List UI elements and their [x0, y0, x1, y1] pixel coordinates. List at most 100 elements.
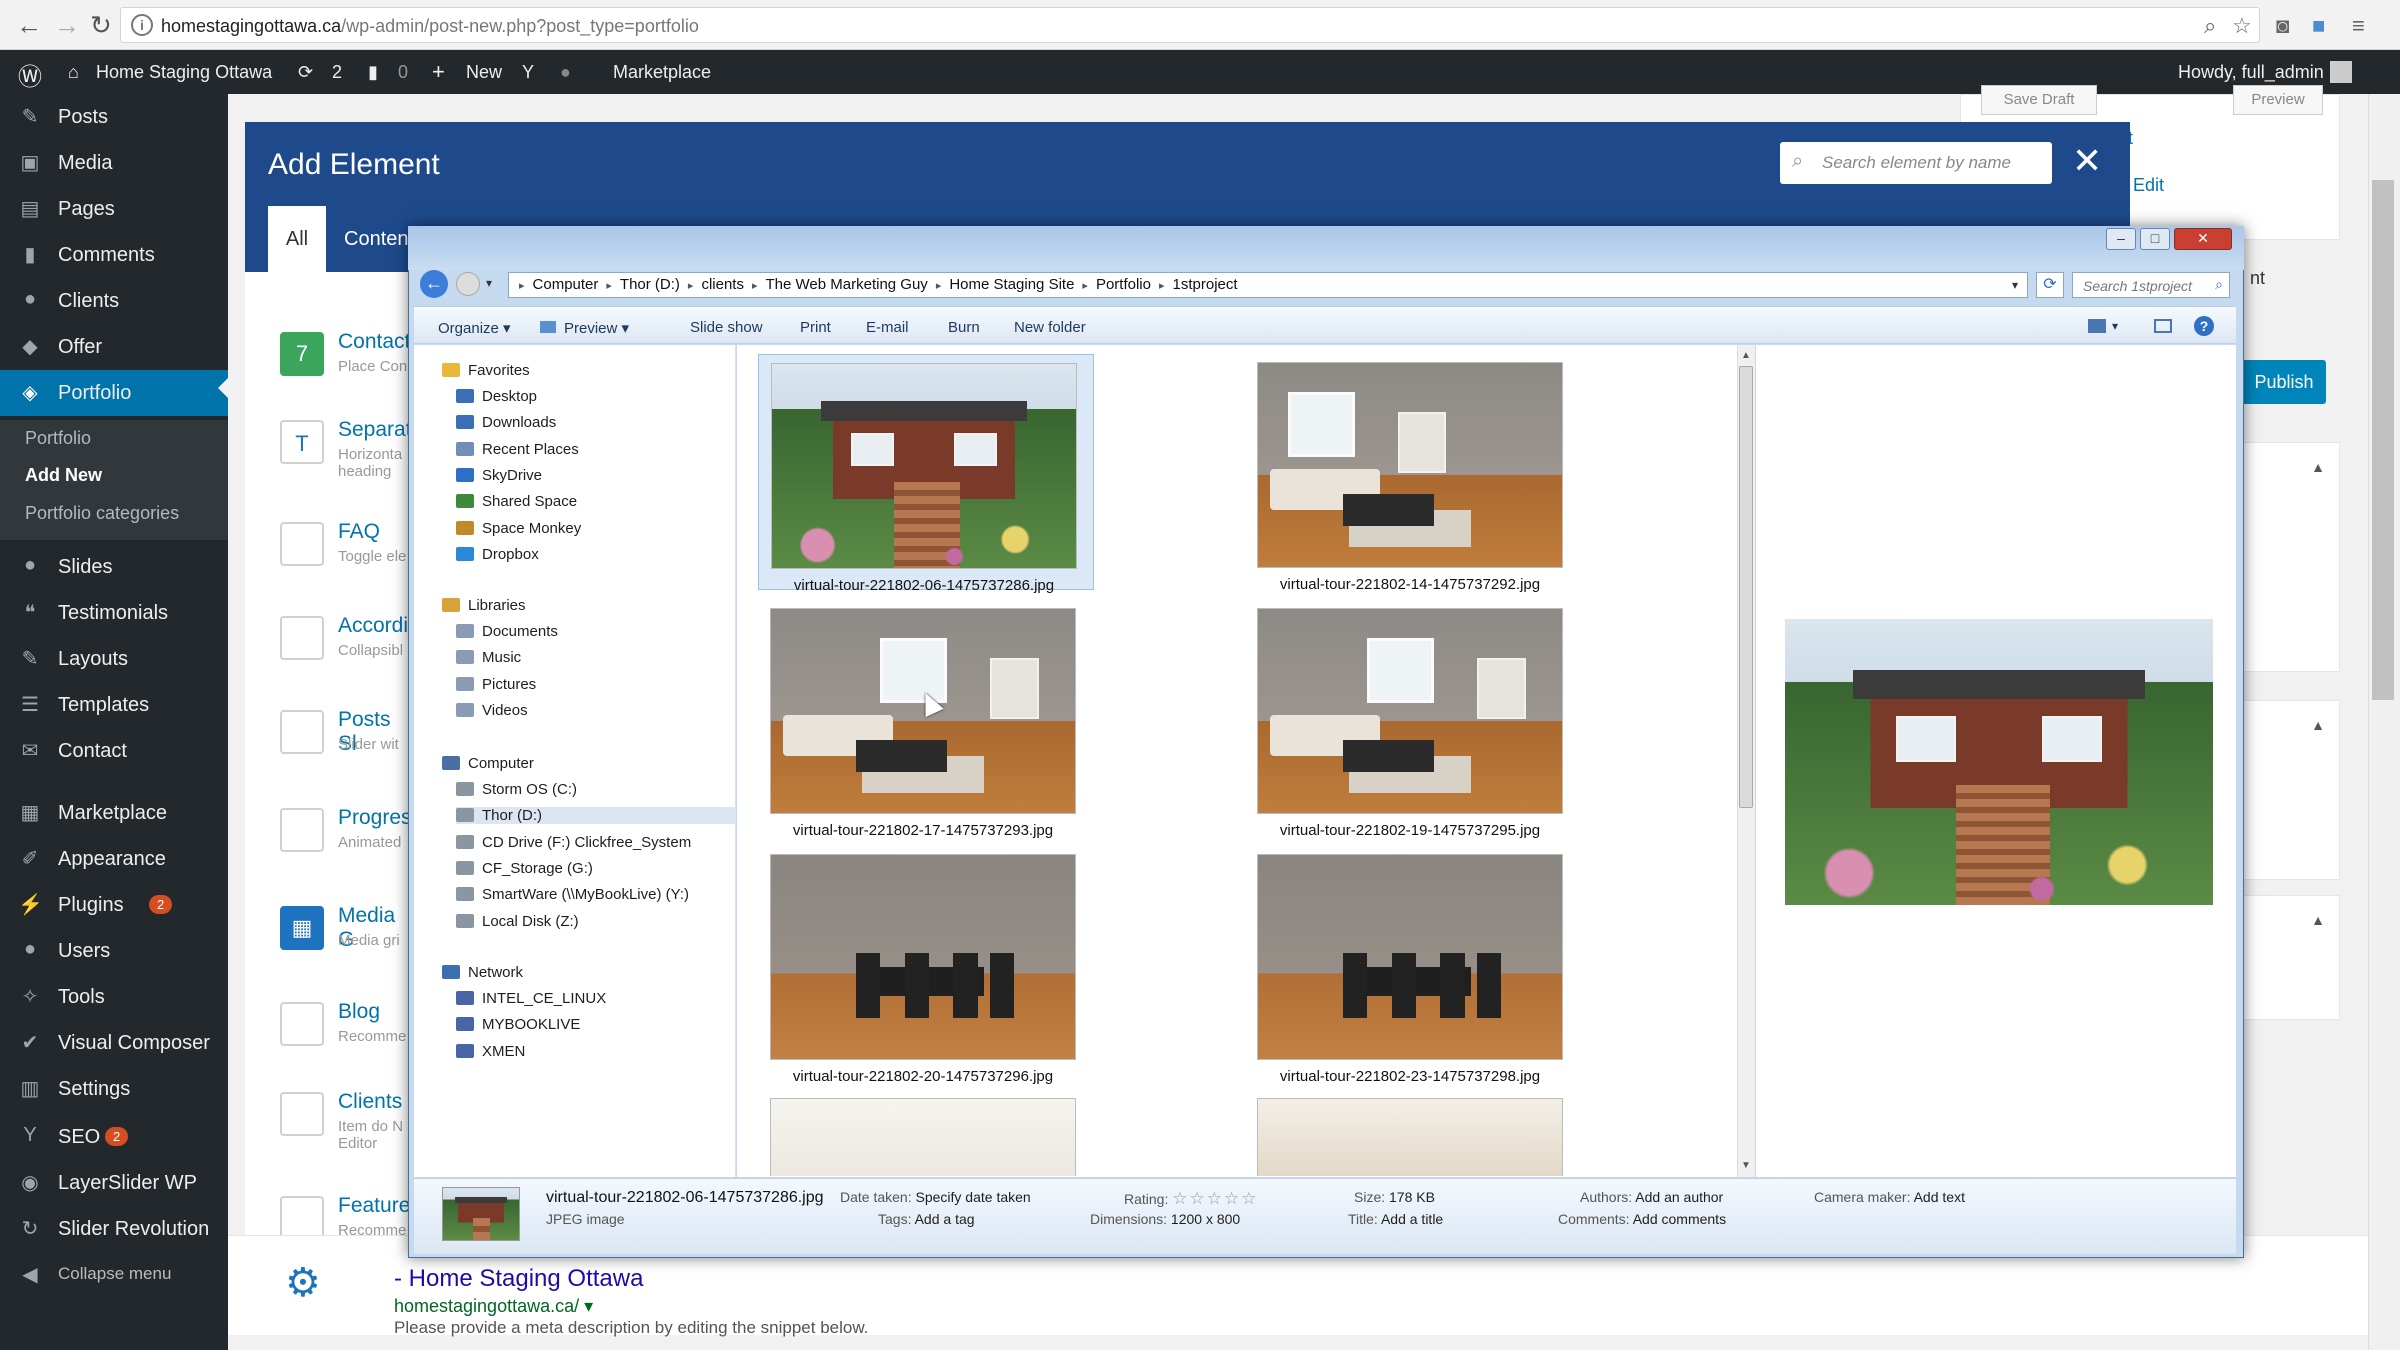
file-tile[interactable]: virtual-tour-221802-20-1475737296.jpg — [758, 846, 1094, 1085]
sidebar-item-portfolio[interactable]: ◈ Portfolio — [0, 370, 228, 416]
element-item-separat[interactable]: T Separat Horizonta heading — [280, 414, 412, 484]
element-search-input[interactable]: ⌕ Search element by name — [1780, 142, 2052, 184]
element-item-media-g[interactable]: ▦ Media G Media gri — [280, 900, 410, 970]
breadcrumb[interactable]: ▸ Computer ▸ Thor (D:) ▸ clients ▸ The Web Mark… — [508, 272, 2028, 298]
breadcrumb-item[interactable]: clients — [701, 276, 744, 293]
nav-network[interactable]: Network — [442, 964, 523, 981]
sidebar-item-appearance[interactable]: ✐ Appearance — [0, 836, 228, 882]
comments-count[interactable]: 0 — [398, 62, 408, 83]
toggle-arrow-icon[interactable]: ▲ — [2311, 717, 2325, 733]
authors-value[interactable]: Add an author — [1635, 1189, 1723, 1205]
window-close-button[interactable]: ✕ — [2174, 228, 2232, 250]
nav-drive-2[interactable]: CD Drive (F:) Clickfree_System — [456, 834, 691, 851]
sidebar-item-pages[interactable]: ▤ Pages — [0, 186, 228, 232]
file-tile[interactable]: virtual-tour-221802-23-1475737298.jpg — [1245, 846, 1581, 1085]
scroll-down-arrow-icon[interactable]: ▼ — [1741, 1160, 1751, 1171]
element-item-contact[interactable]: 7 Contact Place Con — [280, 326, 410, 396]
sidebar-item-offer[interactable]: ◆ Offer — [0, 324, 228, 370]
nav-lib-videos[interactable]: Videos — [456, 702, 528, 719]
breadcrumb-separator-icon[interactable]: ▸ — [1159, 280, 1165, 292]
breadcrumb-item[interactable]: Portfolio — [1096, 276, 1151, 293]
yoast-icon[interactable]: Y — [522, 62, 534, 83]
email-button[interactable]: E-mail — [866, 319, 909, 336]
tab-all[interactable]: All — [268, 206, 326, 272]
organize-button[interactable]: Organize ▾ — [438, 319, 511, 337]
sidebar-item-users[interactable]: ● Users — [0, 928, 228, 974]
sidebar-item-seo[interactable]: Y SEO 2 — [0, 1114, 228, 1160]
sidebar-item-clients[interactable]: ● Clients — [0, 278, 228, 324]
submenu-add-new[interactable]: Add New — [25, 465, 102, 486]
scroll-up-arrow-icon[interactable]: ▲ — [1741, 350, 1751, 361]
submenu-portfolio-categories[interactable]: Portfolio categories — [25, 503, 179, 524]
dialog-titlebar[interactable] — [408, 226, 2244, 270]
seo-snippet-title[interactable]: - Home Staging Ottawa — [394, 1265, 643, 1293]
back-arrow-icon[interactable]: ← — [16, 10, 42, 41]
status-dot-icon[interactable]: ● — [560, 62, 571, 83]
updates-icon[interactable]: ⟳ — [298, 62, 313, 83]
breadcrumb-separator-icon[interactable]: ▸ — [752, 280, 758, 292]
camera-icon[interactable]: ◙ — [2276, 13, 2289, 39]
nav-drive-3[interactable]: CF_Storage (G:) — [456, 860, 593, 877]
file-tile[interactable]: virtual-tour-221802-14-1475737292.jpg — [1245, 354, 1581, 593]
breadcrumb-separator-icon[interactable]: ▸ — [519, 280, 525, 292]
edit-link-2[interactable]: Edit — [2133, 175, 2164, 196]
title-value[interactable]: Add a title — [1381, 1211, 1443, 1227]
nav-libraries[interactable]: Libraries — [442, 597, 526, 614]
path-dropdown-icon[interactable]: ▾ — [2012, 278, 2018, 292]
info-icon[interactable]: i — [131, 14, 153, 36]
toggle-arrow-icon[interactable]: ▲ — [2311, 912, 2325, 928]
breadcrumb-item[interactable]: The Web Marketing Guy — [766, 276, 928, 293]
breadcrumb-separator-icon[interactable]: ▸ — [606, 280, 612, 292]
file-thumbnail-partial[interactable] — [770, 1098, 1076, 1176]
sidebar-item-tools[interactable]: ✧ Tools — [0, 974, 228, 1020]
nav-fav-downloads[interactable]: Downloads — [456, 414, 556, 431]
nav-lib-pictures[interactable]: Pictures — [456, 676, 536, 693]
back-arrow-icon[interactable]: ← — [420, 270, 448, 298]
date-taken-value[interactable]: Specify date taken — [916, 1189, 1031, 1205]
folder-search-input[interactable]: Search 1stproject ⌕ — [2072, 272, 2230, 298]
sidebar-item-layouts[interactable]: ✎ Layouts — [0, 636, 228, 682]
breadcrumb-separator-icon[interactable]: ▸ — [936, 280, 942, 292]
page-scrollbar-thumb[interactable] — [2372, 180, 2394, 700]
preview-button[interactable]: Preview — [2233, 85, 2323, 115]
nav-net-intel-ce-linux[interactable]: INTEL_CE_LINUX — [456, 990, 606, 1007]
nav-net-xmen[interactable]: XMEN — [456, 1043, 525, 1060]
comments-icon[interactable]: ▮ — [368, 62, 378, 83]
change-view-icon[interactable] — [2088, 319, 2106, 333]
sidebar-item-marketplace[interactable]: ▦ Marketplace — [0, 790, 228, 836]
breadcrumb-item[interactable]: Home Staging Site — [949, 276, 1074, 293]
wordpress-logo-icon[interactable]: Ⓦ — [18, 57, 42, 92]
site-name-link[interactable]: Home Staging Ottawa — [96, 62, 272, 83]
view-dropdown-icon[interactable]: ▾ — [2112, 319, 2118, 333]
howdy-user[interactable]: Howdy, full_admin — [2178, 62, 2324, 83]
new-folder-button[interactable]: New folder — [1014, 319, 1086, 336]
sidebar-item-testimonials[interactable]: ❝ Testimonials — [0, 590, 228, 636]
breadcrumb-item[interactable]: Thor (D:) — [620, 276, 680, 293]
sidebar-item-comments[interactable]: ▮ Comments — [0, 232, 228, 278]
nav-fav-dropbox[interactable]: Dropbox — [456, 546, 539, 563]
marketplace-link[interactable]: Marketplace — [613, 62, 711, 83]
publish-button[interactable]: Publish — [2242, 360, 2326, 404]
print-button[interactable]: Print — [800, 319, 831, 336]
toggle-arrow-icon[interactable]: ▲ — [2311, 459, 2325, 475]
sidebar-item-templates[interactable]: ☰ Templates — [0, 682, 228, 728]
sidebar-item-collapse-menu[interactable]: ◀ Collapse menu — [0, 1252, 228, 1298]
file-list-scrollbar-thumb[interactable] — [1739, 366, 1753, 808]
element-item-posts-sl[interactable]: Posts Sl Slider wit — [280, 704, 410, 774]
gear-icon[interactable]: ⚙ — [285, 1260, 321, 1306]
help-icon[interactable]: ? — [2194, 316, 2214, 336]
breadcrumb-separator-icon[interactable]: ▸ — [1082, 280, 1088, 292]
slideshow-button[interactable]: Slide show — [690, 319, 763, 336]
history-dropdown-icon[interactable]: ▾ — [486, 276, 492, 290]
nav-drive-1[interactable]: Thor (D:) — [456, 807, 736, 825]
refresh-icon[interactable]: ⟳ — [2036, 272, 2064, 298]
file-tile[interactable]: virtual-tour-221802-17-1475737293.jpg — [758, 600, 1094, 839]
file-thumbnail-partial[interactable] — [1257, 1098, 1563, 1176]
sidebar-item-plugins[interactable]: ⚡ Plugins 2 — [0, 882, 228, 928]
nav-drive-0[interactable]: Storm OS (C:) — [456, 781, 577, 798]
nav-fav-desktop[interactable]: Desktop — [456, 388, 537, 405]
preview-pane-icon[interactable] — [2154, 319, 2172, 333]
nav-lib-documents[interactable]: Documents — [456, 623, 558, 640]
element-item-faq[interactable]: FAQ Toggle ele — [280, 516, 410, 586]
breadcrumb-separator-icon[interactable]: ▸ — [688, 280, 694, 292]
